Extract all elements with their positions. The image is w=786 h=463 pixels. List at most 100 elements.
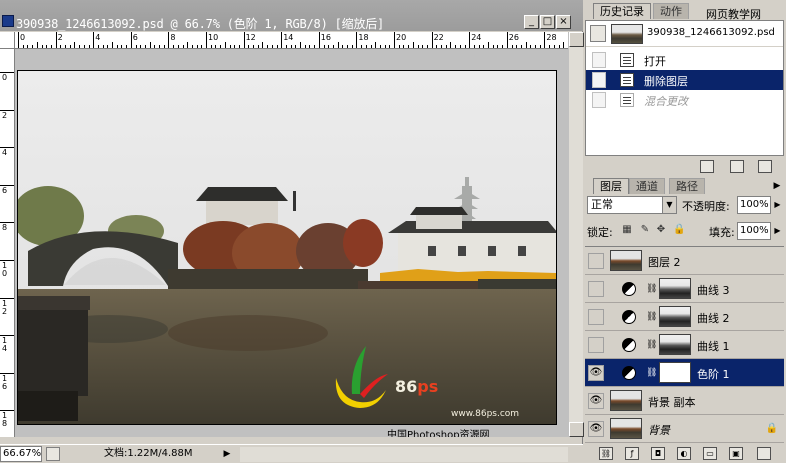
ruler-minor-tick xyxy=(210,45,212,48)
opacity-field[interactable]: 100% xyxy=(737,196,771,214)
ruler-minor-tick xyxy=(229,45,231,48)
new-layer-icon[interactable]: ▣ xyxy=(729,447,743,460)
new-group-icon[interactable]: ▭ xyxy=(703,447,717,460)
lock-transparency-icon[interactable]: ▦ xyxy=(621,224,633,236)
ruler-label: 8 xyxy=(2,223,8,233)
minimize-button[interactable]: _ xyxy=(524,15,539,29)
history-list[interactable]: 390938_1246613092.psd 打开 删除图层 混合更改 xyxy=(585,20,784,156)
ruler-minor-tick xyxy=(525,42,527,48)
ruler-minor-tick xyxy=(173,45,175,48)
fill-label: 填充: xyxy=(709,226,735,239)
tab-channels[interactable]: 通道 xyxy=(629,178,665,194)
layer-row[interactable]: 图层 2 xyxy=(585,247,784,275)
visibility-toggle[interactable] xyxy=(588,253,604,269)
vertical-scrollbar[interactable] xyxy=(568,32,584,437)
trash-icon[interactable] xyxy=(757,447,771,460)
ruler-minor-tick xyxy=(478,45,480,48)
layer-style-icon[interactable]: ƒ xyxy=(625,447,639,460)
ruler-minor-tick xyxy=(191,45,193,48)
ruler-major-tick xyxy=(356,32,358,48)
new-snapshot-icon[interactable] xyxy=(730,160,744,173)
eye-icon[interactable]: 👁 xyxy=(588,365,604,381)
history-step[interactable]: 打开 xyxy=(586,50,783,70)
ruler-minor-tick xyxy=(107,45,109,48)
ruler-minor-tick xyxy=(116,45,118,48)
chevron-down-icon[interactable]: ▼ xyxy=(662,197,676,213)
trash-icon[interactable] xyxy=(758,160,772,173)
horizontal-scrollbar[interactable] xyxy=(240,447,568,462)
ruler-label: 18 xyxy=(2,411,8,429)
vertical-ruler[interactable]: 0 2 4 6 8 10 12 14 16 18 xyxy=(0,49,15,437)
tab-actions[interactable]: 动作 xyxy=(653,3,689,19)
link-chain-icon[interactable]: ⛓ xyxy=(646,310,657,324)
ruler-minor-tick xyxy=(238,45,240,48)
ruler-minor-tick xyxy=(361,45,363,48)
layer-mask-thumbnail[interactable] xyxy=(659,362,691,383)
tab-history[interactable]: 历史记录 xyxy=(593,3,651,19)
visibility-toggle[interactable] xyxy=(588,309,604,325)
lock-all-icon[interactable]: 🔒 xyxy=(673,224,685,236)
ruler-minor-tick xyxy=(50,45,52,48)
visibility-toggle[interactable] xyxy=(588,337,604,353)
ruler-minor-tick xyxy=(563,42,565,48)
new-adjustment-layer-icon[interactable]: ◐ xyxy=(677,447,691,460)
ruler-minor-tick xyxy=(441,45,442,48)
history-step-selected[interactable]: 删除图层 xyxy=(586,70,783,90)
horizontal-ruler[interactable]: 0 2 4 6 8 10 12 14 16 18 20 22 24 26 28 xyxy=(15,32,568,49)
ruler-major-tick xyxy=(431,32,433,48)
link-chain-icon[interactable]: ⛓ xyxy=(646,338,657,352)
layer-row[interactable]: 👁 背景 副本 xyxy=(585,387,784,415)
eye-icon[interactable]: 👁 xyxy=(588,421,604,437)
link-chain-icon[interactable]: ⛓ xyxy=(646,366,657,380)
history-brush-slot[interactable] xyxy=(592,92,606,108)
layer-row[interactable]: ⛓ 曲线 3 xyxy=(585,275,784,303)
layer-row-selected[interactable]: 👁 ⛓ 色阶 1 xyxy=(585,359,784,387)
zoom-field[interactable]: 66.67% xyxy=(0,446,42,462)
history-brush-slot[interactable] xyxy=(592,72,606,88)
document-titlebar[interactable]: 390938_1246613092.psd @ 66.7% (色阶 1, RGB… xyxy=(0,0,583,31)
layer-mask-thumbnail[interactable] xyxy=(659,306,691,327)
fill-slider-arrow-icon[interactable]: ▶ xyxy=(772,222,783,240)
layer-mask-thumbnail[interactable] xyxy=(659,278,691,299)
layer-mask-thumbnail[interactable] xyxy=(659,334,691,355)
canvas-area[interactable]: 86ps www.86ps.com 中国Photoshop资源网 xyxy=(15,49,568,437)
opacity-slider-arrow-icon[interactable]: ▶ xyxy=(772,196,783,214)
photo-canvas[interactable]: 86ps www.86ps.com xyxy=(17,70,557,425)
maximize-button[interactable]: □ xyxy=(540,15,555,29)
ruler-origin[interactable] xyxy=(0,32,15,49)
link-layers-icon[interactable]: ⛓ xyxy=(599,447,613,460)
add-mask-icon[interactable]: ◘ xyxy=(651,447,665,460)
ruler-minor-tick xyxy=(69,45,71,48)
close-button[interactable]: × xyxy=(556,15,571,29)
layer-list[interactable]: 图层 2 ⛓ 曲线 3 ⛓ 曲线 2 ⛓ 曲线 1 👁 ⛓ 色阶 1 👁 背景 … xyxy=(585,246,784,446)
visibility-toggle[interactable] xyxy=(588,281,604,297)
status-info-icon[interactable] xyxy=(46,447,60,461)
history-step-undone[interactable]: 混合更改 xyxy=(586,90,783,110)
history-snapshot[interactable]: 390938_1246613092.psd xyxy=(586,21,783,47)
tab-layers[interactable]: 图层 xyxy=(593,178,629,194)
blend-mode-select[interactable]: 正常 ▼ xyxy=(587,196,677,214)
opacity-label: 不透明度: xyxy=(682,200,730,213)
status-menu-arrow-icon[interactable]: ▶ xyxy=(220,447,234,461)
scroll-down-button[interactable] xyxy=(569,422,584,437)
ruler-minor-tick xyxy=(365,45,367,48)
history-brush-icon[interactable] xyxy=(590,25,606,42)
eye-icon[interactable]: 👁 xyxy=(588,393,604,409)
tab-paths[interactable]: 路径 xyxy=(669,178,705,194)
ruler-major-tick xyxy=(243,32,245,48)
layer-row[interactable]: ⛓ 曲线 2 xyxy=(585,303,784,331)
link-chain-icon[interactable]: ⛓ xyxy=(646,282,657,296)
ruler-minor-tick xyxy=(177,45,179,48)
lock-pixels-icon[interactable]: ✎ xyxy=(639,224,651,236)
ruler-label: 20 xyxy=(396,33,407,42)
fill-field[interactable]: 100% xyxy=(737,222,771,240)
snapshot-thumbnail xyxy=(611,24,643,44)
lock-position-icon[interactable]: ✥ xyxy=(655,224,667,236)
layer-row[interactable]: ⛓ 曲线 1 xyxy=(585,331,784,359)
new-document-from-state-icon[interactable] xyxy=(700,160,714,173)
panel-menu-arrow-icon[interactable]: ▶ xyxy=(771,180,783,192)
ruler-minor-tick xyxy=(530,45,532,48)
layer-row[interactable]: 👁 背景 🔒 xyxy=(585,415,784,443)
scroll-up-button[interactable] xyxy=(569,32,584,47)
history-brush-slot[interactable] xyxy=(592,52,606,68)
